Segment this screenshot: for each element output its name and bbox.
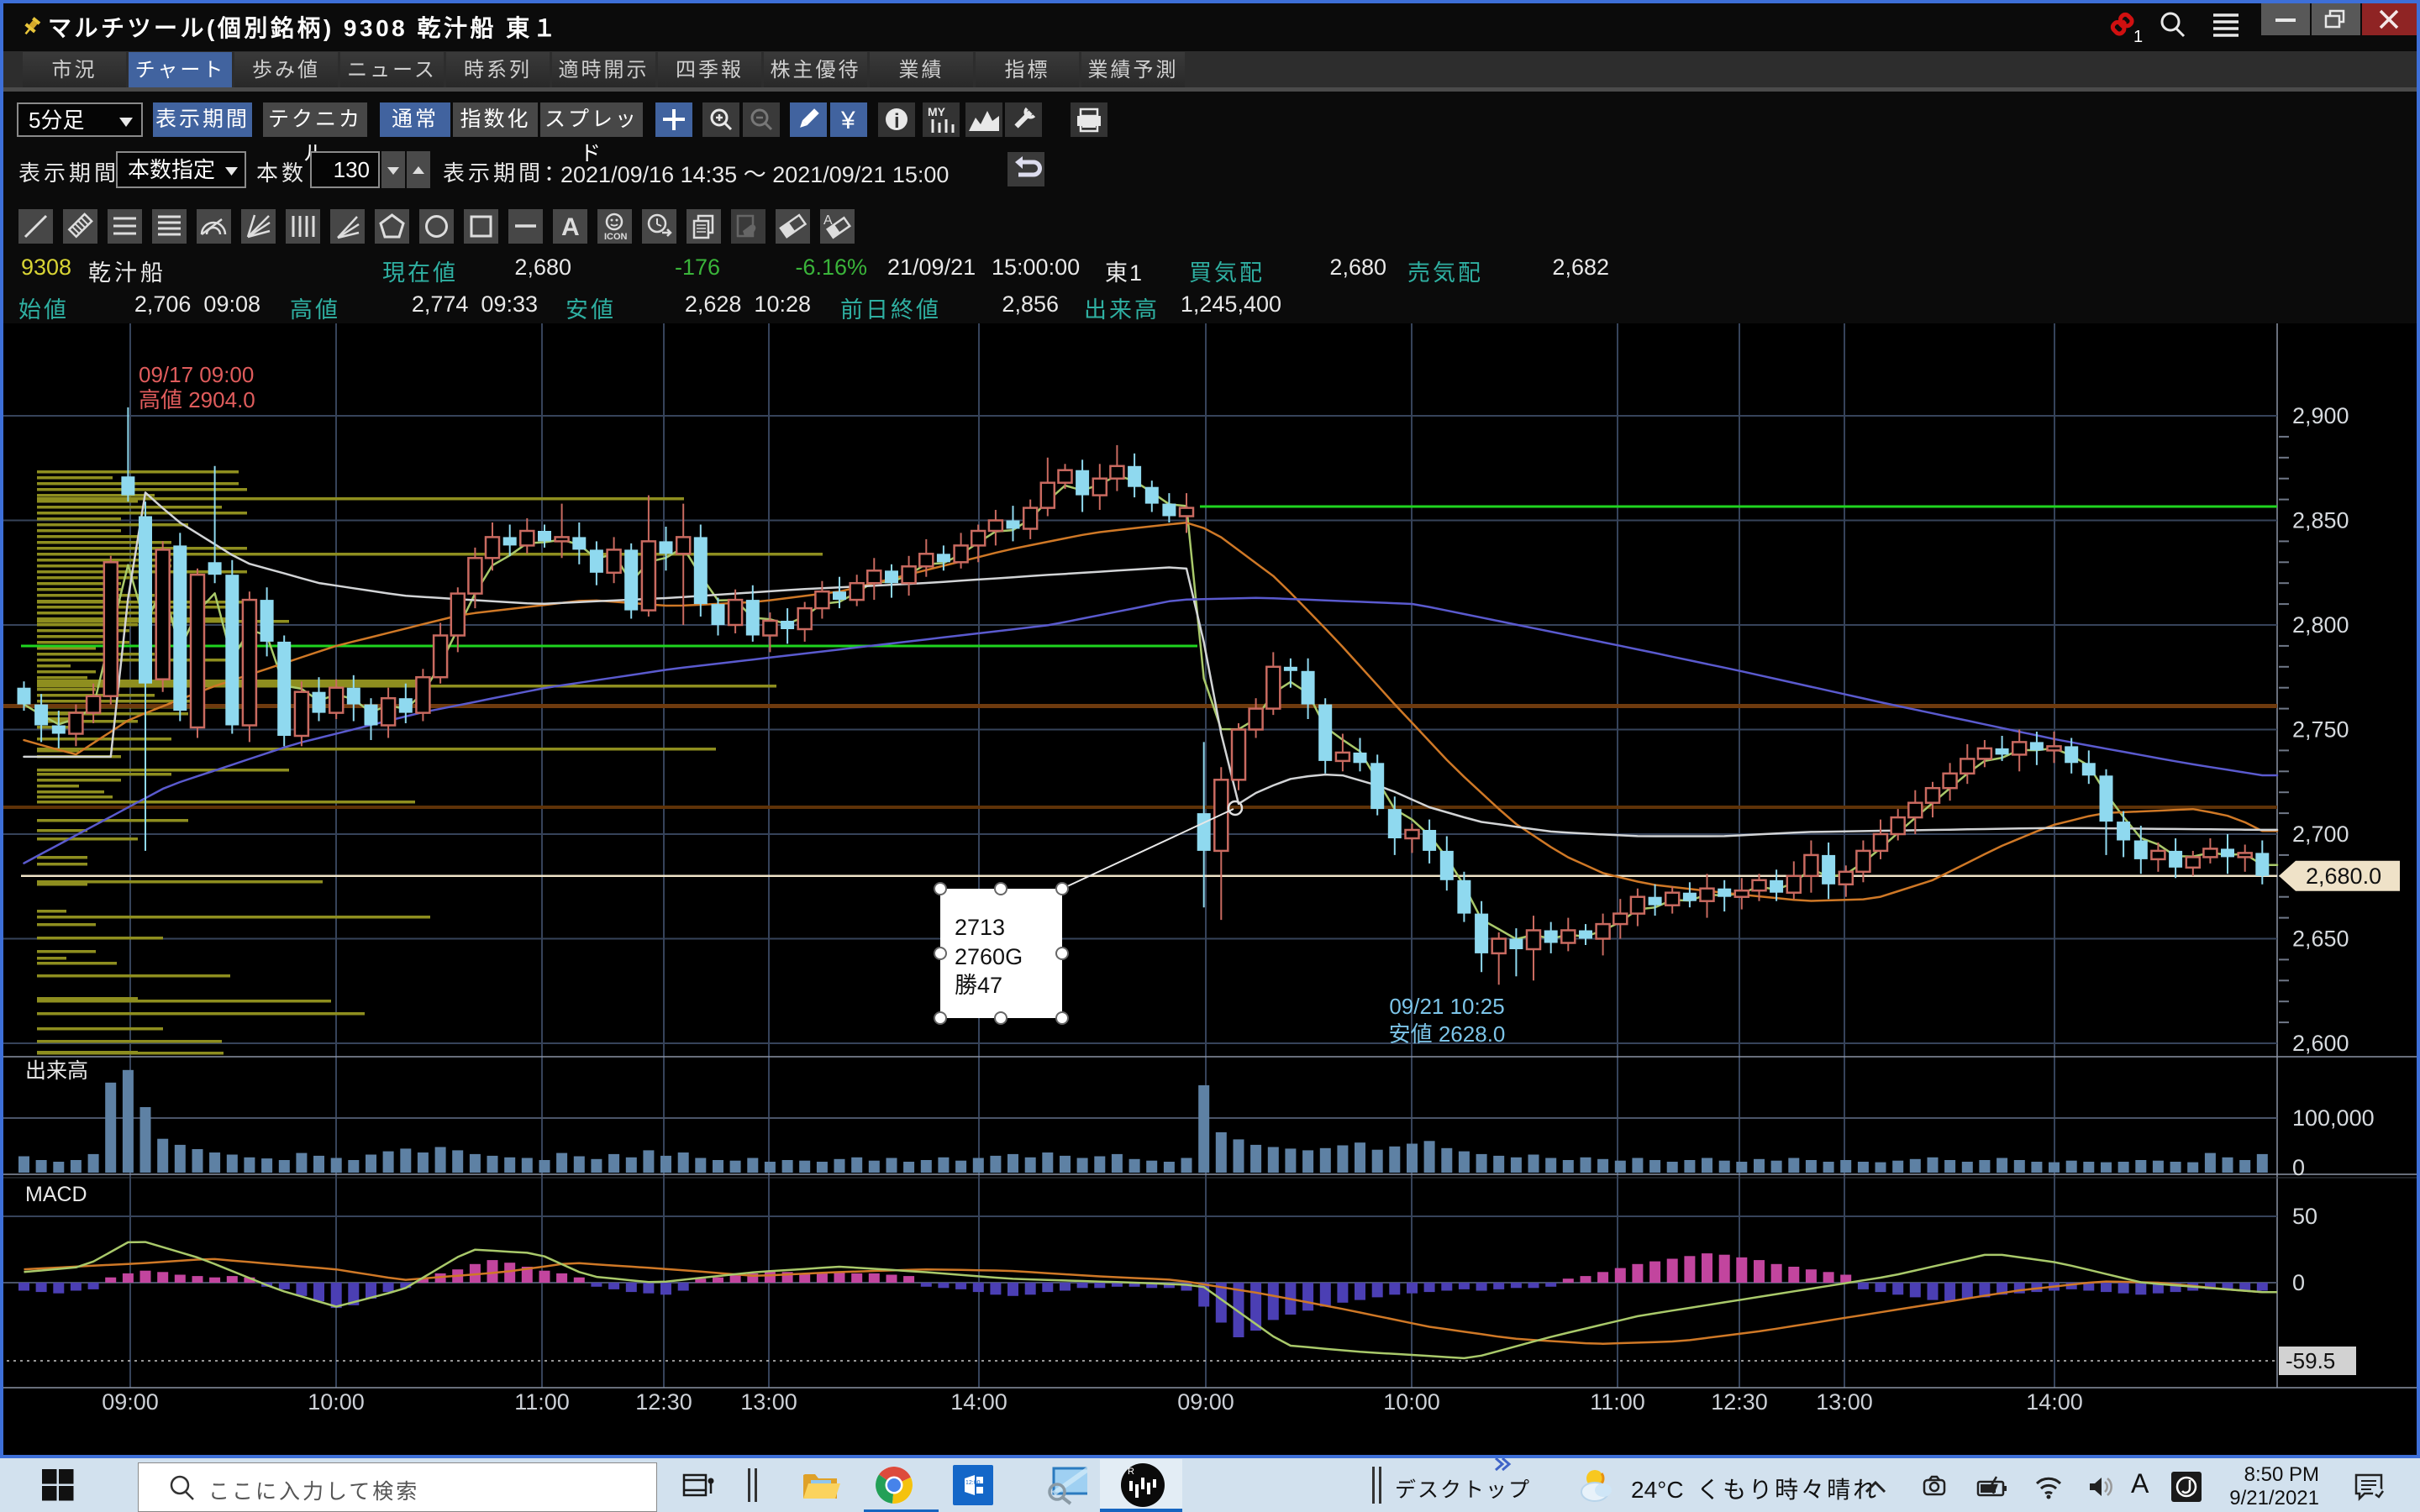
svg-text:10:00: 10:00 [1383,1389,1440,1415]
svg-text:13:00: 13:00 [1816,1389,1873,1415]
svg-text:2,700: 2,700 [2292,822,2349,847]
svg-text:MACD: MACD [25,1183,87,1206]
svg-text:10:00: 10:00 [308,1389,365,1415]
svg-text:2,850: 2,850 [2292,508,2349,533]
svg-text:0: 0 [2292,1155,2305,1180]
svg-text:09/21 10:25: 09/21 10:25 [1389,994,1504,1019]
svg-text:50: 50 [2292,1204,2317,1229]
svg-text:2,650: 2,650 [2292,927,2349,952]
svg-text:0: 0 [2292,1270,2305,1295]
svg-text:高値 2904.0: 高値 2904.0 [139,387,255,412]
svg-text:12:30: 12:30 [1711,1389,1768,1415]
svg-text:2,800: 2,800 [2292,612,2349,638]
svg-text:11:00: 11:00 [1590,1389,1645,1415]
svg-text:2,750: 2,750 [2292,717,2349,743]
svg-text:100,000: 100,000 [2292,1105,2375,1131]
svg-text:-59.5: -59.5 [2286,1348,2335,1373]
svg-text:13:00: 13:00 [740,1389,797,1415]
svg-text:14:00: 14:00 [2026,1389,2083,1415]
svg-text:2,680.0: 2,680.0 [2306,864,2381,889]
svg-text:勝47: 勝47 [955,973,1002,998]
svg-text:2,600: 2,600 [2292,1031,2349,1056]
svg-text:12:30: 12:30 [635,1389,692,1415]
svg-text:A: A [561,213,580,241]
svg-text:1: 1 [2133,28,2143,44]
svg-text:09/17 09:00: 09/17 09:00 [139,362,254,387]
svg-text:09:00: 09:00 [1177,1389,1234,1415]
svg-text:11:00: 11:00 [514,1389,570,1415]
svg-text:R: R [1128,1467,1134,1477]
svg-text:2760G: 2760G [955,944,1023,969]
svg-text:2713: 2713 [955,915,1005,940]
svg-text:09:00: 09:00 [102,1389,159,1415]
svg-text:A: A [823,213,833,228]
svg-text:¥: ¥ [840,107,855,134]
svg-text:安値 2628.0: 安値 2628.0 [1389,1021,1506,1047]
svg-text:12:00: 12:00 [965,1480,981,1486]
svg-text:出来高: 出来高 [25,1059,88,1083]
svg-text:MY: MY [928,105,946,118]
svg-text:i: i [894,110,900,133]
svg-text:2,900: 2,900 [2292,403,2349,428]
svg-text:ICON: ICON [604,232,628,242]
svg-text:14:00: 14:00 [950,1389,1007,1415]
